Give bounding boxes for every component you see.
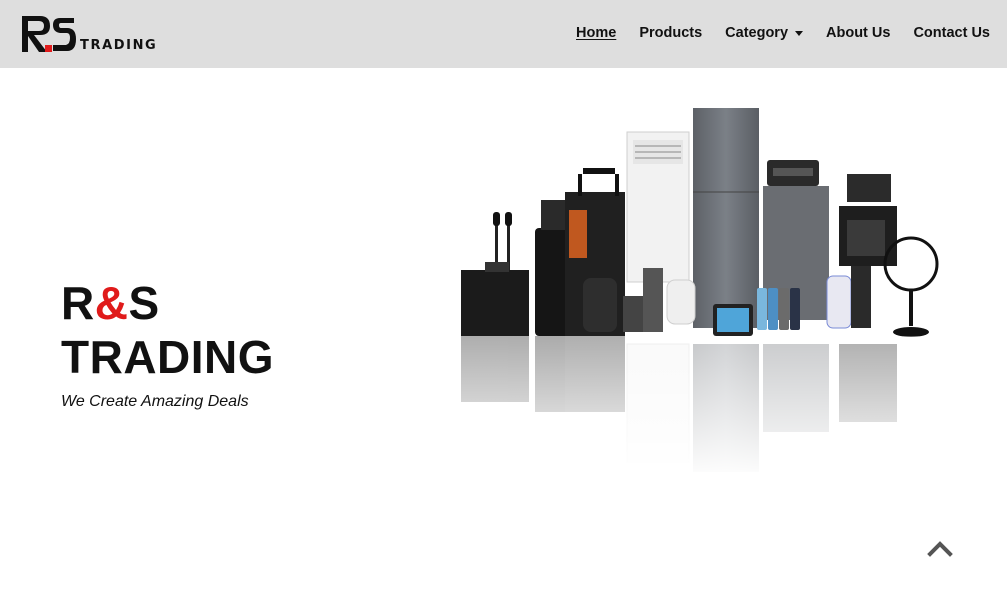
hero-tagline: We Create Amazing Deals [61,393,249,410]
navbar: TRADING Home Products Category About Us … [0,0,1007,68]
nav-contact-us[interactable]: Contact Us [913,24,990,42]
nav-about-us[interactable]: About Us [826,24,890,42]
nav-category-dropdown[interactable]: Category [725,24,804,42]
hero-title-s: S [128,277,160,329]
rs-logo-icon [22,16,76,52]
hero-title-trading: TRADING [61,331,275,383]
chevron-up-icon [927,541,953,557]
hero-title-ampersand: & [94,277,129,329]
appliances-image [455,100,945,480]
nav-category-label: Category [725,25,789,41]
main-nav: Home Products Category About Us Contact … [553,24,990,42]
brand-wordmark: TRADING [80,38,158,53]
brand-logo[interactable]: TRADING [20,12,180,56]
hero-section: R&S TRADING We Create Amazing Deals [61,276,274,411]
hero-title: R&S TRADING [61,276,274,384]
appliances-group [461,108,939,337]
hero-title-r: R [61,277,95,329]
nav-home[interactable]: Home [576,24,616,42]
nav-products[interactable]: Products [639,24,702,42]
scroll-to-top-button[interactable] [926,537,954,561]
caret-down-icon [795,31,804,36]
